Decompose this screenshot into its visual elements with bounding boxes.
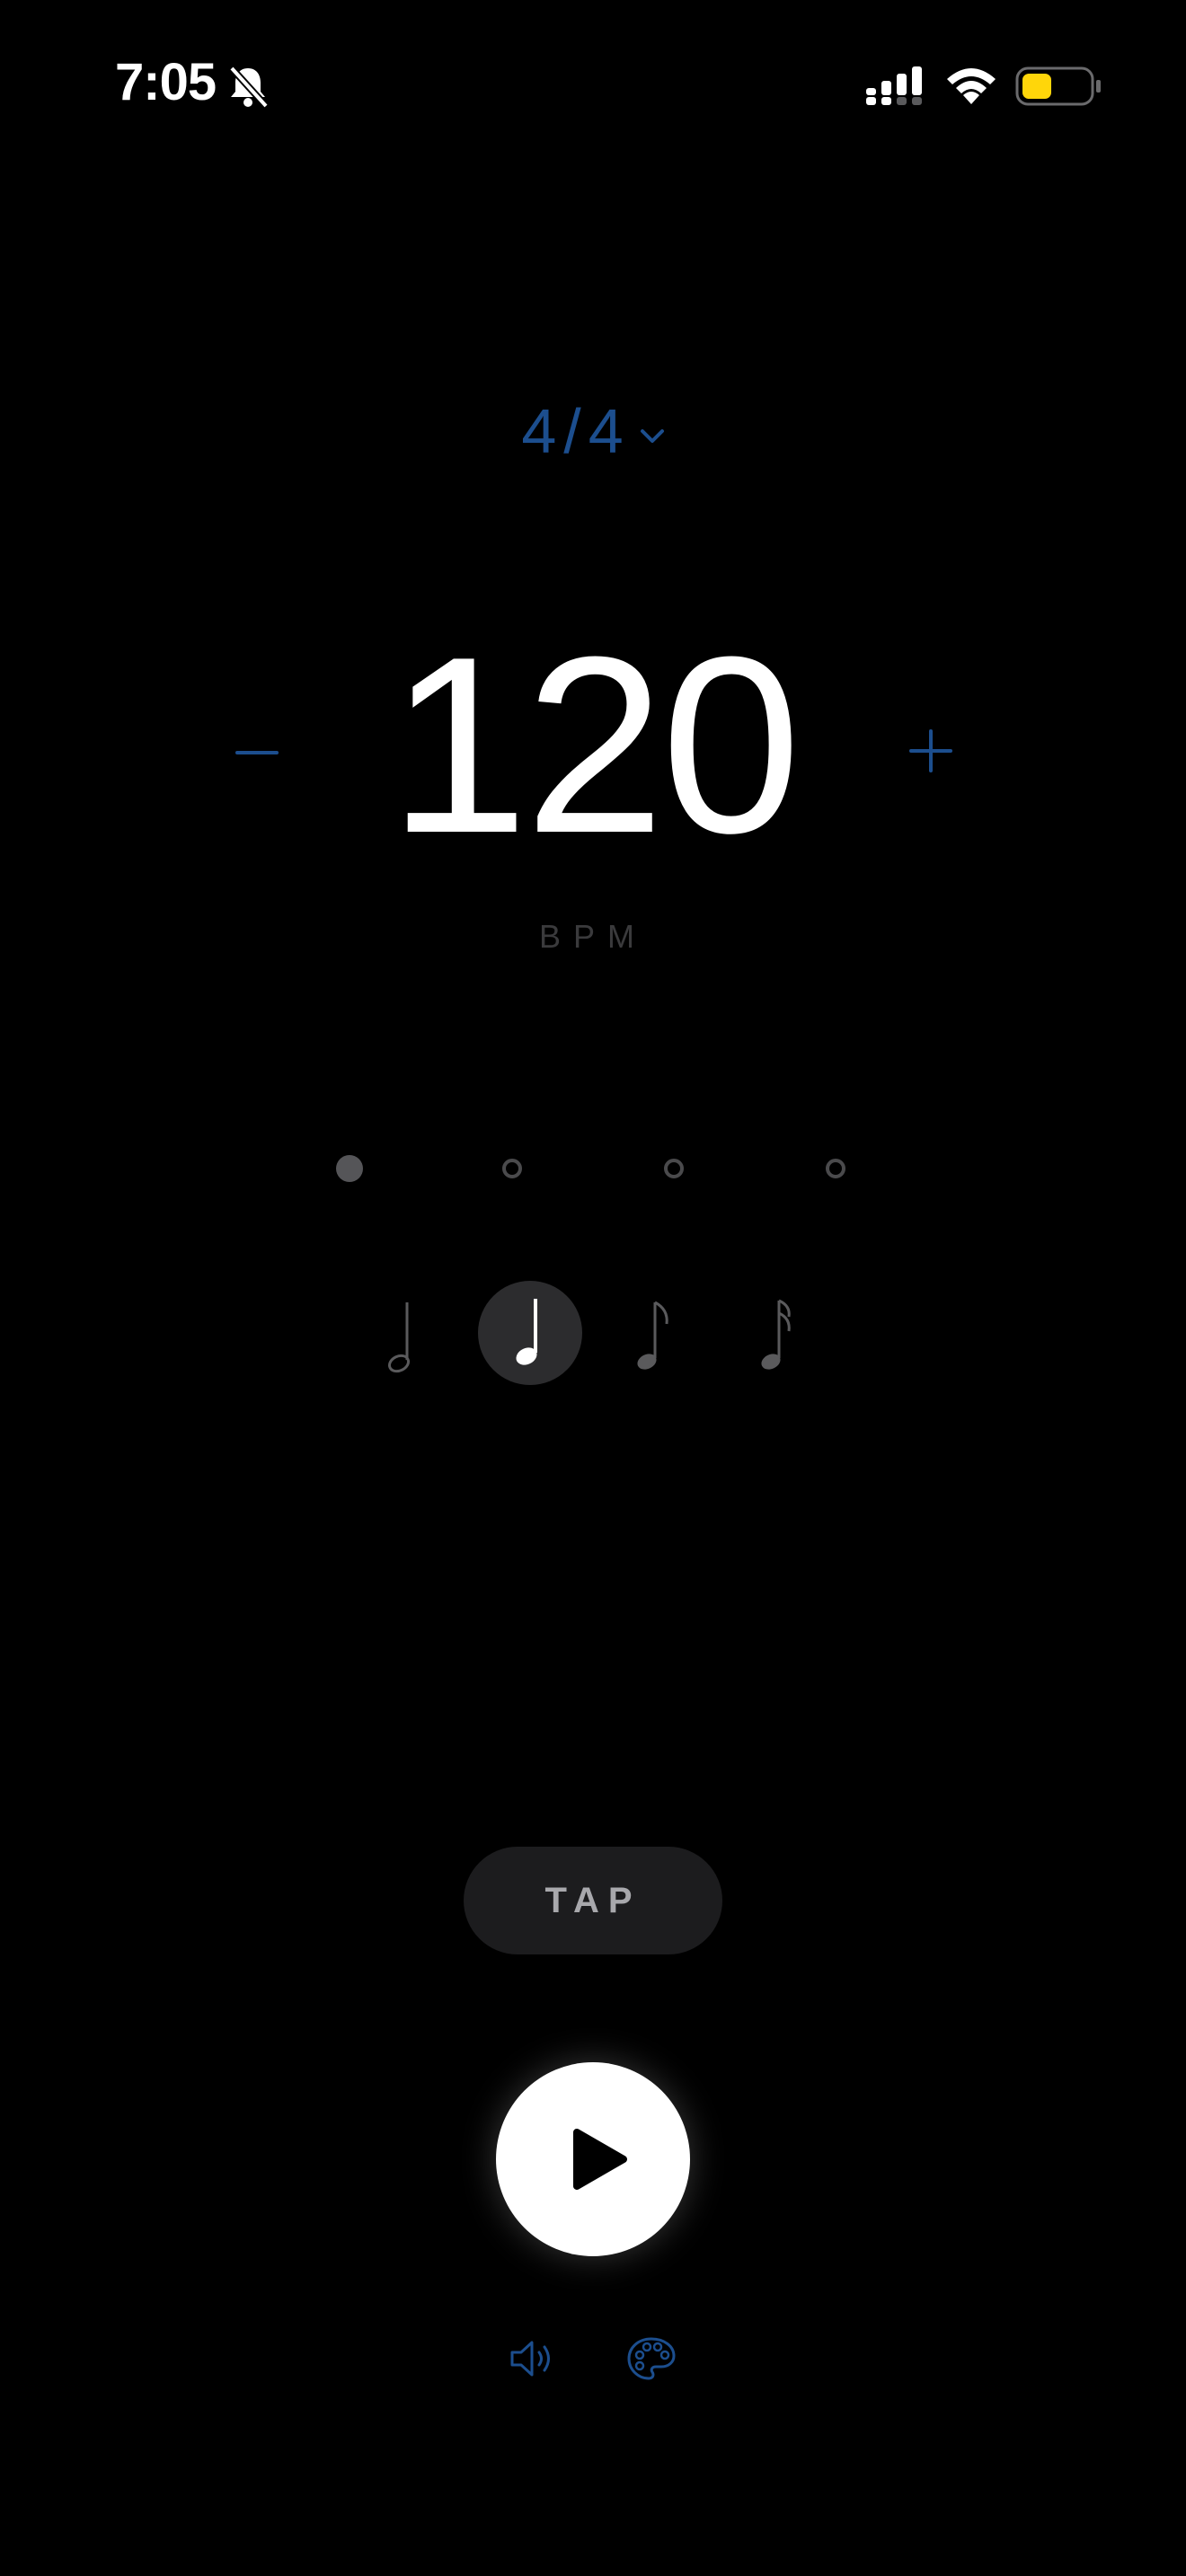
tap-tempo-button[interactable]: TAP	[464, 1847, 722, 1954]
quarter-note-icon	[516, 1299, 537, 1365]
sixteenth-note-icon	[761, 1299, 791, 1370]
time-signature-selector[interactable]: 4/4	[0, 395, 1186, 467]
status-time: 7:05	[115, 53, 217, 111]
plus-icon[interactable]	[904, 724, 958, 778]
half-note-icon	[387, 1302, 411, 1373]
subdivision-eighth-note[interactable]	[600, 1281, 704, 1385]
subdivision-half-note[interactable]	[349, 1281, 453, 1385]
subdivision-sixteenth-note[interactable]	[726, 1281, 830, 1385]
beat-indicator-2[interactable]	[502, 1159, 522, 1178]
palette-icon[interactable]	[625, 2335, 677, 2382]
beat-indicator-1[interactable]	[336, 1155, 363, 1182]
wifi-icon	[947, 68, 996, 104]
speaker-icon[interactable]	[509, 2337, 559, 2380]
chevron-down-icon	[640, 428, 664, 443]
play-button[interactable]	[496, 2062, 690, 2256]
cellular-signal-icon	[866, 66, 922, 105]
bell-slash-icon	[229, 66, 269, 109]
bpm-label: BPM	[538, 918, 647, 955]
bpm-value[interactable]: 120	[0, 620, 1186, 871]
beat-indicator-3[interactable]	[664, 1159, 684, 1178]
tap-label: TAP	[544, 1880, 642, 1920]
time-signature-value: 4/4	[521, 396, 631, 466]
eighth-note-icon	[637, 1301, 668, 1370]
beat-indicator-4[interactable]	[826, 1159, 845, 1178]
subdivision-quarter-note[interactable]	[478, 1281, 582, 1385]
battery-icon	[1015, 66, 1101, 106]
play-icon	[573, 2129, 627, 2190]
